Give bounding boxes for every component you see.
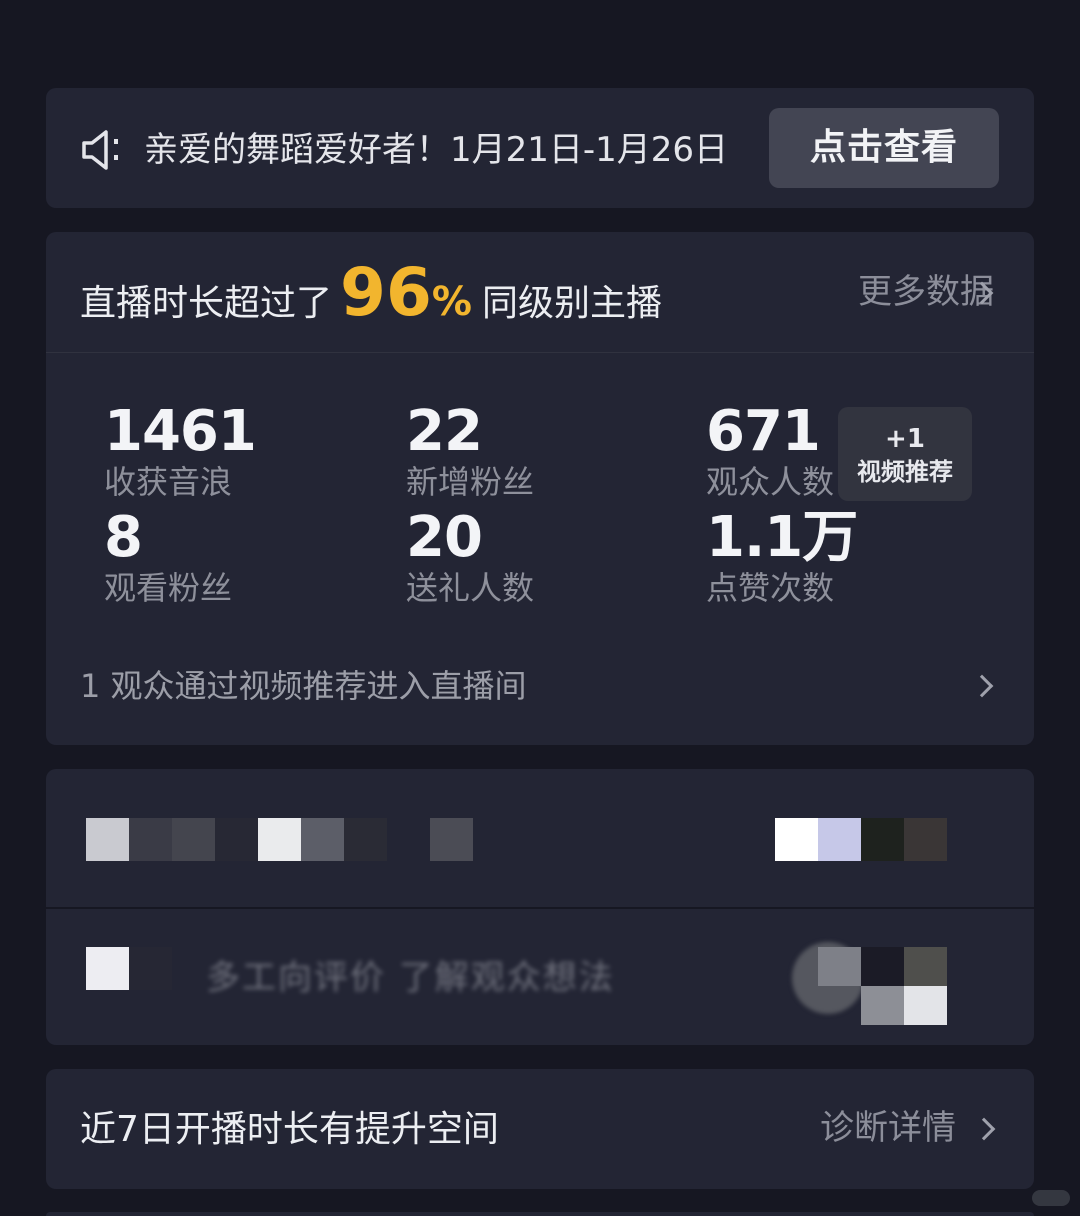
stat-likes: 1.1万 点赞次数	[706, 508, 966, 608]
headline-prefix: 直播时长超过了	[80, 283, 333, 324]
stat-watching-fans: 8 观看粉丝	[104, 508, 364, 608]
blurred-caption: 多工向评价 了解观众想法	[206, 958, 615, 998]
divider	[46, 352, 1034, 353]
headline-percent-sign: %	[431, 279, 472, 325]
diagnosis-details-link[interactable]: 诊断详情	[820, 1106, 956, 1150]
video-recommend-info[interactable]: 1 观众通过视频推荐进入直播间	[80, 664, 527, 708]
pixelated-text	[86, 818, 476, 861]
stat-label: 新增粉丝	[406, 463, 535, 501]
stat-value: 1.1万	[706, 505, 858, 570]
watermark-icon	[1032, 1190, 1070, 1206]
headline-percent-value: 96	[340, 254, 432, 331]
diagnosis-title: 近7日开播时长有提升空间	[80, 1109, 499, 1150]
stat-value: 1461	[104, 399, 257, 464]
notice-text[interactable]: 亲爱的舞蹈爱好者！1月21日-1月26日	[144, 128, 766, 172]
stat-value: 22	[406, 399, 483, 464]
stat-label: 收获音浪	[104, 463, 233, 501]
duration-headline: 直播时长超过了 96 % 同级别主播	[80, 254, 662, 334]
stat-sound-waves: 1461 收获音浪	[104, 402, 364, 502]
pixelated-icon	[86, 947, 172, 990]
stat-new-fans: 22 新增粉丝	[406, 402, 666, 502]
next-card-edge	[46, 1212, 1034, 1216]
pixelated-avatars	[775, 818, 947, 861]
view-notice-button[interactable]: 点击查看	[769, 108, 999, 188]
stat-label: 点赞次数	[706, 569, 835, 607]
stat-label: 观看粉丝	[104, 569, 233, 607]
badge-count: +1	[885, 424, 925, 454]
badge-label: 视频推荐	[857, 458, 953, 486]
stat-gift-senders: 20 送礼人数	[406, 508, 666, 608]
speaker-icon	[82, 130, 118, 170]
headline-suffix: 同级别主播	[481, 283, 662, 324]
pixelated-avatars	[818, 947, 947, 1025]
video-recommend-badge: +1 视频推荐	[838, 407, 972, 501]
stat-value: 8	[104, 505, 143, 570]
stat-label: 送礼人数	[406, 569, 535, 607]
stat-value: 20	[406, 505, 483, 570]
